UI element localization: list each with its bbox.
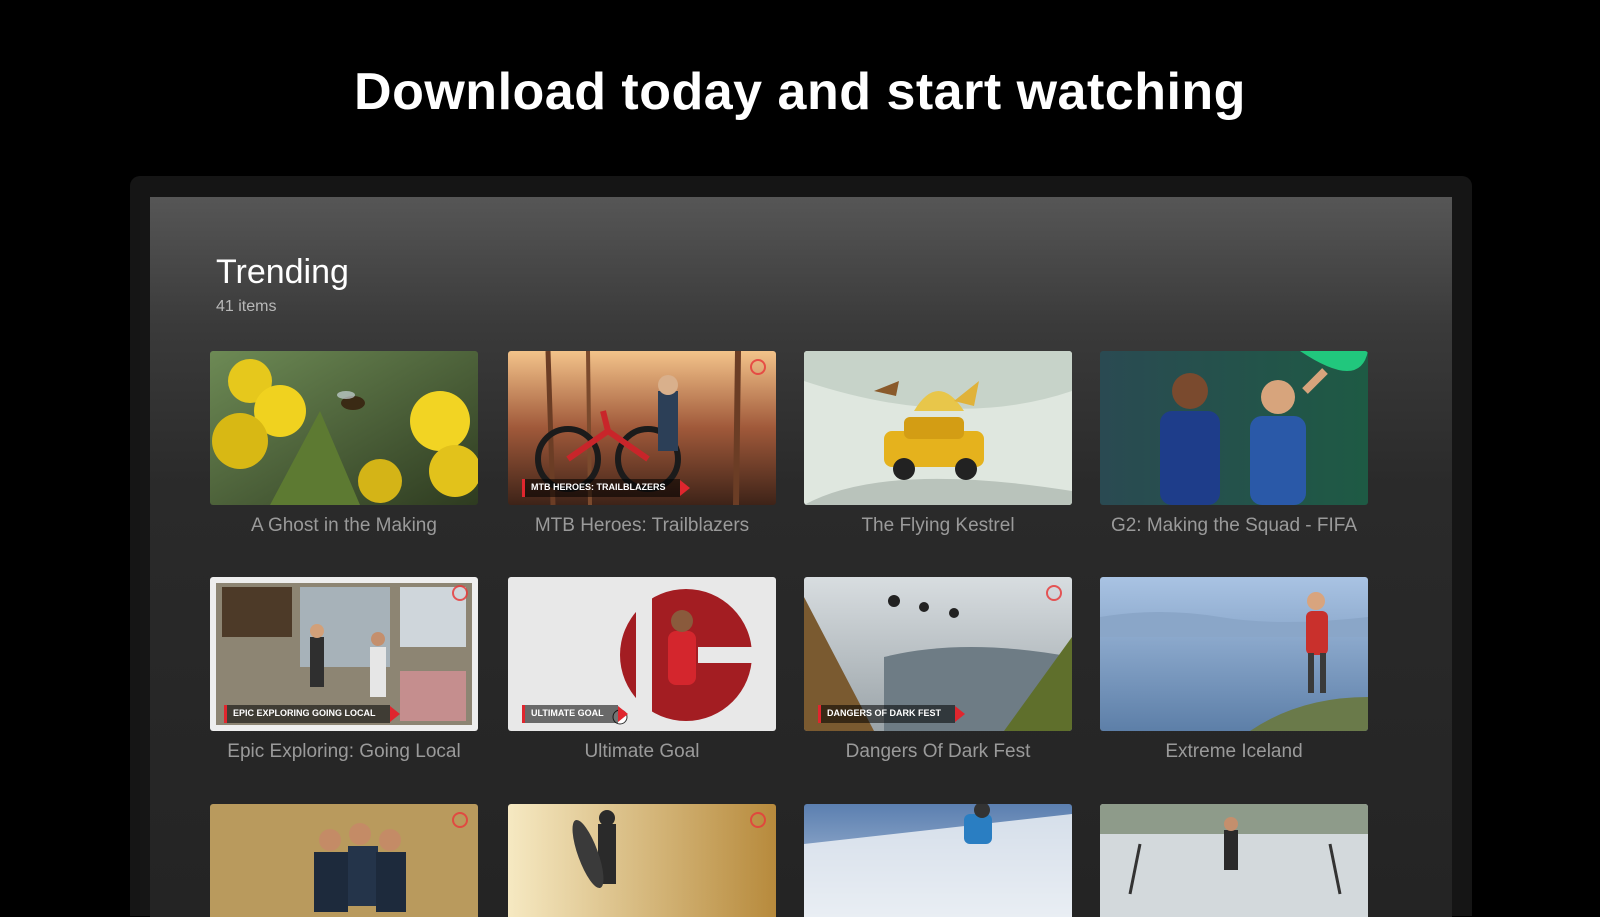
video-badge: DANGERS OF DARK FEST — [818, 705, 966, 723]
video-tile[interactable]: A Ghost in the Making — [210, 351, 478, 537]
video-thumbnail — [1100, 804, 1368, 917]
video-thumbnail — [210, 351, 478, 505]
video-thumbnail: DANGERS OF DARK FEST — [804, 577, 1072, 731]
video-title: Dangers Of Dark Fest — [845, 741, 1031, 762]
video-tile[interactable] — [804, 804, 1072, 917]
video-badge: EPIC EXPLORING GOING LOCAL — [224, 705, 400, 723]
video-tile[interactable] — [508, 804, 776, 917]
video-tile[interactable]: Extreme Iceland — [1100, 577, 1368, 763]
video-title: Extreme Iceland — [1165, 741, 1303, 762]
video-tile[interactable]: DANGERS OF DARK FEST Dangers Of Dark Fes… — [804, 577, 1072, 763]
video-badge: ULTIMATE GOAL — [522, 705, 628, 723]
video-tile[interactable]: G2: Making the Squad - FIFA — [1100, 351, 1368, 537]
video-thumbnail — [804, 804, 1072, 917]
video-thumbnail — [508, 804, 776, 917]
video-thumbnail — [804, 351, 1072, 505]
video-tile[interactable] — [210, 804, 478, 917]
video-title: G2: Making the Squad - FIFA — [1110, 515, 1358, 536]
section-title: Trending — [216, 253, 349, 291]
brand-icon — [452, 812, 468, 828]
video-thumbnail: ULTIMATE GOAL — [508, 577, 776, 731]
video-thumbnail — [1100, 577, 1368, 731]
app-screen: Trending 41 items A Ghost in the Making — [150, 197, 1452, 917]
video-tile[interactable]: EPIC EXPLORING GOING LOCAL Epic Explorin… — [210, 577, 478, 763]
section-item-count: 41 items — [216, 298, 277, 315]
video-title: Epic Exploring: Going Local — [227, 741, 461, 762]
video-title: A Ghost in the Making — [251, 515, 437, 536]
brand-icon — [750, 359, 766, 375]
promo-headline: Download today and start watching — [354, 63, 1246, 121]
video-tile[interactable]: ULTIMATE GOAL Ultimate Goal — [508, 577, 776, 763]
video-title: Ultimate Goal — [584, 741, 700, 762]
video-tile[interactable] — [1100, 804, 1368, 917]
video-thumbnail: EPIC EXPLORING GOING LOCAL — [210, 577, 478, 731]
brand-icon — [452, 585, 468, 601]
video-thumbnail: MTB HEROES: TRAILBLAZERS — [508, 351, 776, 505]
video-title: The Flying Kestrel — [861, 515, 1015, 536]
video-title: MTB Heroes: Trailblazers — [534, 515, 750, 536]
brand-icon — [750, 812, 766, 828]
video-tile[interactable]: MTB HEROES: TRAILBLAZERS MTB Heroes: Tra… — [508, 351, 776, 537]
brand-icon — [1046, 585, 1062, 601]
video-thumbnail — [210, 804, 478, 917]
video-tile[interactable]: The Flying Kestrel — [804, 351, 1072, 537]
video-badge: MTB HEROES: TRAILBLAZERS — [522, 479, 689, 497]
video-thumbnail — [1100, 351, 1368, 505]
